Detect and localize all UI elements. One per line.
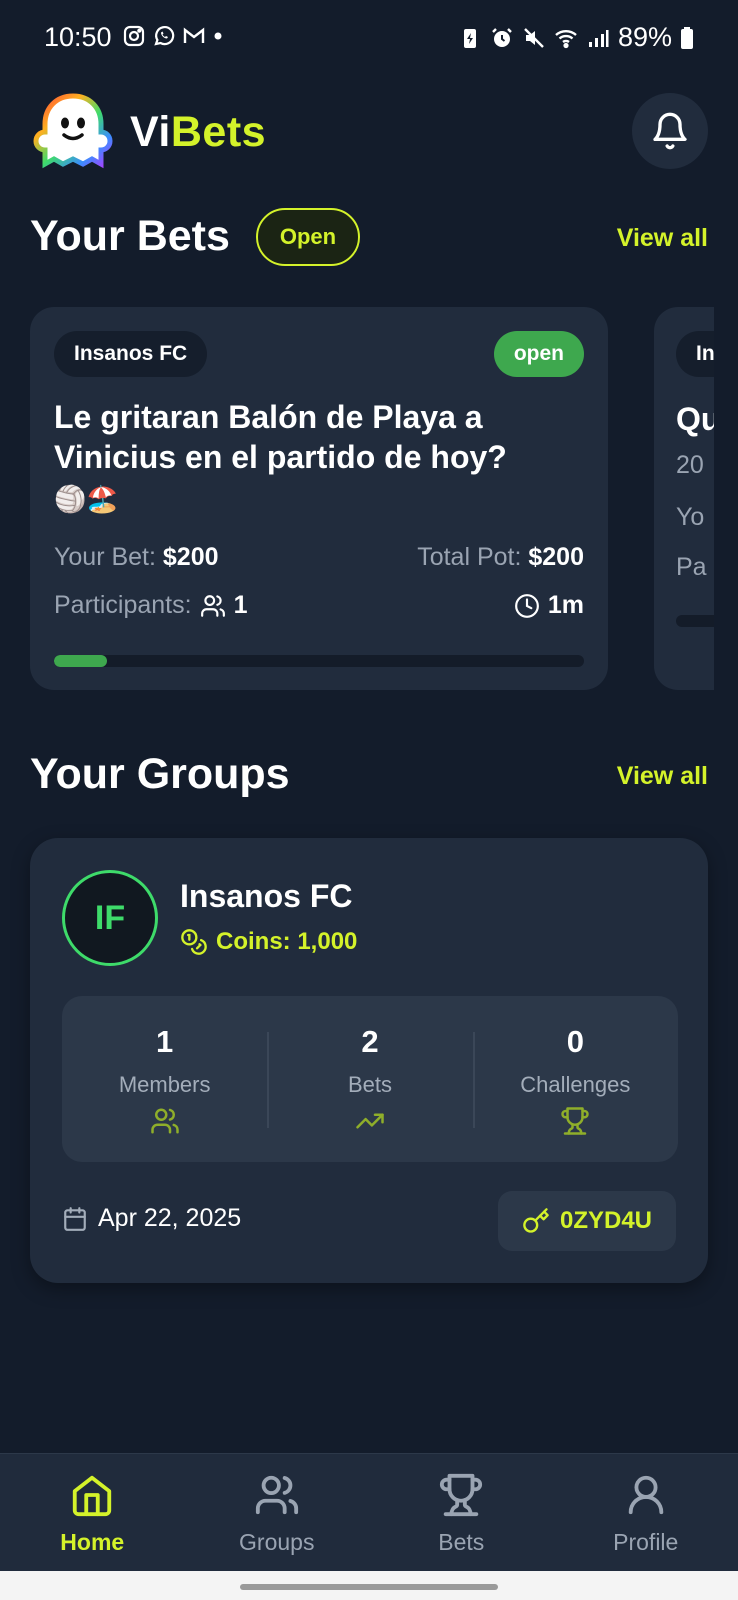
home-gesture-handle[interactable]: [240, 1584, 498, 1590]
nav-home[interactable]: Home: [0, 1454, 185, 1571]
bet-status-badge: open: [493, 331, 584, 377]
home-icon: [73, 1475, 112, 1517]
dot-icon: [214, 32, 222, 40]
instagram-icon: [123, 25, 145, 47]
bet-question-text: Le gritaran Balón de Playa a Vinicius en…: [54, 399, 507, 475]
notifications-button[interactable]: [632, 93, 708, 169]
your-bet-label: Your Bet:: [54, 543, 156, 571]
users-icon: [200, 594, 225, 617]
status-time: 10:50: [44, 22, 112, 52]
trending-up-icon: [356, 1113, 384, 1129]
group-card[interactable]: IF Insanos FC Coins: 1,000 1 Members 2 B…: [30, 838, 708, 1283]
group-avatar: IF: [62, 870, 158, 966]
bet-line2-peek: 20: [676, 451, 704, 479]
bet-progress-fill: [54, 655, 107, 667]
clock-icon: [514, 593, 539, 618]
bet-group-tag-peek: In: [676, 331, 714, 377]
gmail-icon: [183, 27, 205, 43]
participants-count: 1: [233, 591, 248, 619]
group-stats: 1 Members 2 Bets 0 Challenges: [62, 996, 678, 1162]
invite-code-button[interactable]: 0ZYD4U: [497, 1191, 676, 1251]
nav-bets[interactable]: Bets: [369, 1454, 554, 1571]
bet-progress-bar: [54, 655, 584, 667]
brand-bets: Bets: [170, 108, 267, 156]
group-coins: Coins: 1,000: [180, 928, 357, 956]
total-pot-row: Total Pot: $200: [417, 543, 584, 572]
time-left-row: 1m: [514, 591, 584, 620]
alarm-icon: [492, 27, 512, 47]
time-left-value: 1m: [547, 591, 584, 619]
app-header: ViBets: [30, 90, 708, 172]
stat-challenges-value: 0: [566, 1024, 584, 1059]
bet-line4-peek: Pa: [676, 553, 707, 581]
bet-progress-peek: [676, 615, 714, 627]
participants-row: Participants: 1: [54, 591, 247, 620]
battery-icon: [681, 26, 693, 49]
nav-bets-label: Bets: [438, 1529, 485, 1555]
stat-challenges: 0 Challenges: [472, 996, 678, 1162]
battery-percent: 89%: [617, 22, 672, 52]
bet-question: Le gritaran Balón de Playa a Vinicius en…: [54, 397, 594, 519]
brand-vi: Vi: [130, 108, 171, 156]
nav-profile[interactable]: Profile: [554, 1454, 738, 1571]
total-pot-label: Total Pot:: [417, 543, 522, 571]
stat-challenges-label: Challenges: [520, 1072, 631, 1097]
signal-icon: [588, 29, 609, 47]
ghost-logo-icon: [33, 93, 113, 169]
nav-profile-label: Profile: [613, 1529, 679, 1555]
participants-label: Participants:: [54, 591, 192, 619]
stat-bets-label: Bets: [347, 1072, 392, 1097]
stat-bets-value: 2: [361, 1024, 379, 1059]
bet-question-emoji: 🏐🏖️: [54, 484, 119, 514]
coins-icon: [181, 929, 207, 955]
system-status: 89%: [458, 22, 694, 53]
bet-line3-peek: Yo: [676, 503, 705, 531]
gesture-bar: [0, 1571, 738, 1600]
group-name: Insanos FC: [180, 878, 353, 914]
whatsapp-icon: [154, 26, 175, 46]
bet-question-peek: Qu: [676, 401, 714, 437]
key-icon: [523, 1208, 549, 1233]
bottom-nav: Home Groups Bets Profile: [0, 1453, 738, 1571]
groups-view-all-link[interactable]: View all: [617, 762, 708, 791]
users-icon: [255, 1475, 298, 1515]
bet-card[interactable]: Insanos FC open Le gritaran Balón de Pla…: [30, 307, 608, 690]
users-icon: [150, 1108, 179, 1134]
nav-groups[interactable]: Groups: [185, 1454, 370, 1571]
bet-card-peek[interactable]: In Qu 20 Yo Pa: [654, 307, 714, 690]
notification-icons: [122, 24, 224, 48]
your-bet-row: Your Bet: $200: [54, 543, 219, 572]
group-date-text: Apr 22, 2025: [98, 1204, 242, 1232]
invite-code-text: 0ZYD4U: [559, 1207, 652, 1234]
total-pot-value: $200: [528, 543, 584, 571]
your-bet-value: $200: [162, 543, 219, 571]
bets-view-all-link[interactable]: View all: [617, 224, 708, 253]
nav-groups-label: Groups: [239, 1529, 315, 1555]
stat-members-value: 1: [156, 1024, 174, 1059]
mute-icon: [524, 27, 544, 48]
bet-group-tag: Insanos FC: [54, 331, 208, 377]
your-groups-title: Your Groups: [30, 750, 290, 798]
user-icon: [628, 1475, 663, 1515]
wifi-icon: [555, 29, 577, 48]
stat-members: 1 Members: [62, 996, 267, 1162]
battery-saver-icon: [463, 28, 476, 48]
bell-icon: [653, 112, 687, 150]
your-bets-title: Your Bets: [30, 212, 230, 260]
stat-members-label: Members: [118, 1072, 211, 1097]
status-bar: 10:50 89%: [0, 0, 738, 80]
trophy-icon: [440, 1473, 483, 1517]
calendar-icon: [64, 1206, 86, 1231]
group-created-date: Apr 22, 2025: [62, 1204, 241, 1233]
open-filter-button[interactable]: Open: [256, 208, 360, 266]
stat-bets: 2 Bets: [267, 996, 472, 1162]
trophy-icon: [561, 1107, 589, 1135]
group-coins-text: Coins: 1,000: [216, 928, 358, 955]
app-brand: ViBets: [130, 108, 266, 157]
nav-home-label: Home: [60, 1529, 125, 1555]
